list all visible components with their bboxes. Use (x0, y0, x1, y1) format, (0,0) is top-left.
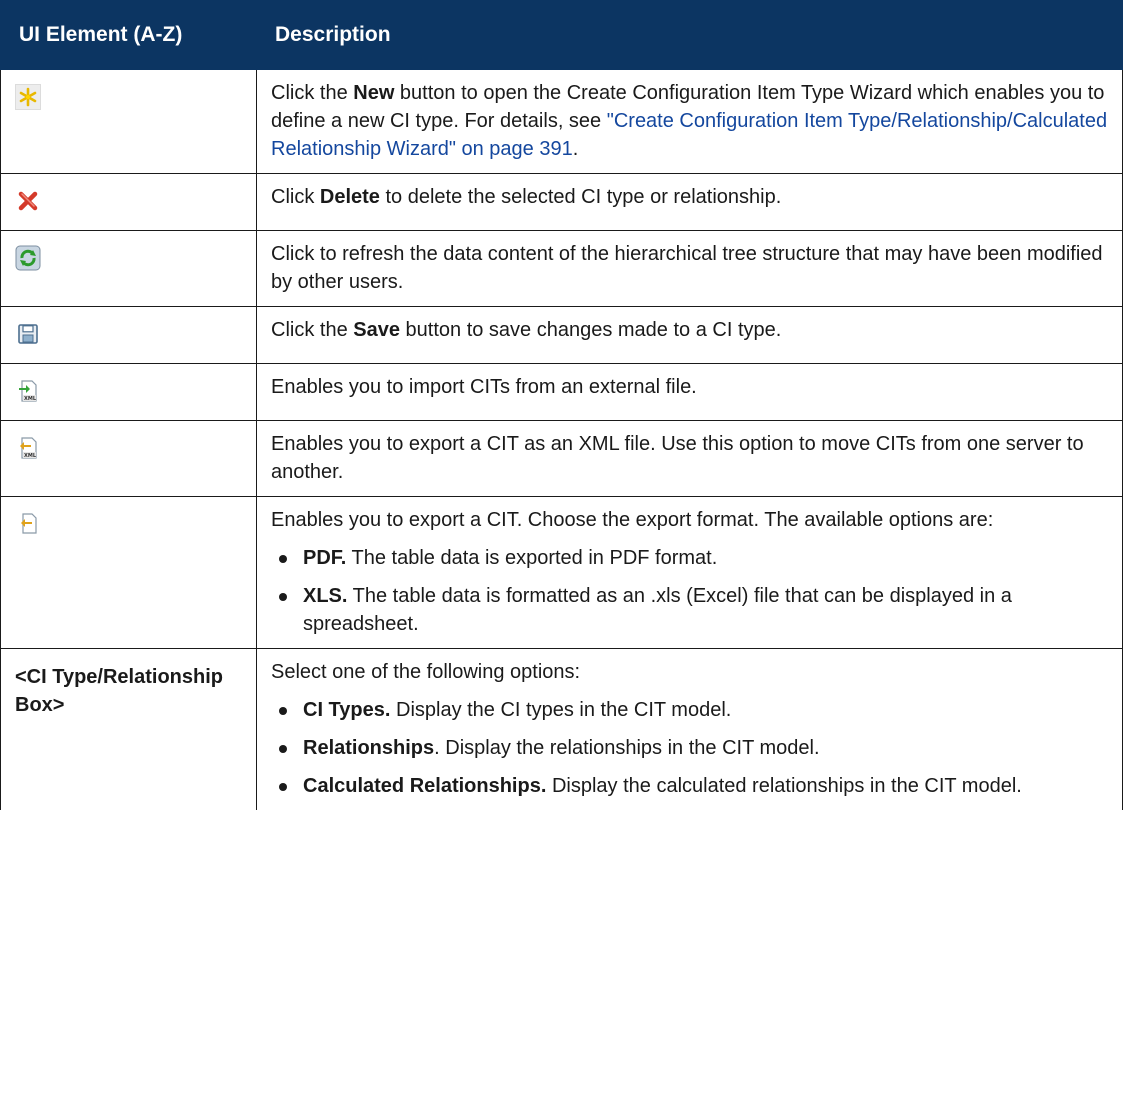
column-header-ui-element: UI Element (A-Z) (0, 0, 257, 70)
table-row-import: XML Enables you to import CITs from an e… (0, 363, 1123, 421)
icon-cell: XML (0, 363, 257, 421)
icon-cell (0, 496, 257, 649)
export-xml-icon: XML (20, 437, 37, 459)
import-xml-icon: XML (19, 380, 37, 402)
description-cell: Enables you to import CITs from an exter… (256, 363, 1123, 421)
table-row-delete: Click Delete to delete the selected CI t… (0, 173, 1123, 231)
save-term: Save (353, 319, 400, 341)
new-description: Click the New button to open the Create … (271, 79, 1108, 163)
text: Click (271, 186, 320, 208)
table-row-export: Enables you to export a CIT. Choose the … (0, 496, 1123, 649)
export-description: Enables you to export a CIT. Choose the … (271, 509, 994, 531)
text: to delete the selected CI type or relati… (379, 186, 782, 208)
description-cell: Click the Save button to save changes ma… (256, 306, 1123, 364)
list-term: XLS. (303, 585, 348, 607)
ui-element-table: UI Element (A-Z) Description Click the N… (0, 0, 1123, 810)
text: Click the (271, 82, 354, 104)
icon-cell: XML (0, 420, 257, 497)
new-term: New (353, 82, 395, 104)
table-row-export-xml: XML Enables you to export a CIT as an XM… (0, 420, 1123, 497)
icon-cell (0, 230, 257, 307)
refresh-description: Click to refresh the data content of the… (271, 243, 1103, 293)
column-header-description: Description (256, 0, 1123, 70)
icon-cell (0, 69, 257, 174)
list-item: Calculated Relationships. Display the ca… (271, 772, 1108, 800)
save-floppy-icon (18, 324, 38, 344)
list-term: Relationships (303, 737, 435, 759)
table-row-new: Click the New button to open the Create … (0, 69, 1123, 174)
table-row-save: Click the Save button to save changes ma… (0, 306, 1123, 364)
description-cell: Click to refresh the data content of the… (256, 230, 1123, 307)
table-row-refresh: Click to refresh the data content of the… (0, 230, 1123, 307)
list-item: PDF. The table data is exported in PDF f… (271, 544, 1108, 572)
delete-x-icon (18, 191, 38, 211)
list-item: Relationships. Display the relationships… (271, 734, 1108, 762)
list-text: Display the CI types in the CIT model. (390, 699, 732, 721)
list-text: The table data is exported in PDF format… (346, 547, 718, 569)
list-term: Calculated Relationships. (303, 775, 547, 797)
ui-element-table-container: UI Element (A-Z) Description Click the N… (0, 0, 1127, 810)
svg-text:XML: XML (24, 453, 37, 459)
icon-cell (0, 173, 257, 231)
export-format-list: PDF. The table data is exported in PDF f… (271, 544, 1108, 638)
box-description: Select one of the following options: (271, 661, 581, 683)
text: . (572, 138, 579, 160)
save-description: Click the Save button to save changes ma… (271, 316, 1108, 344)
svg-text:XML: XML (24, 396, 37, 402)
description-cell: Enables you to export a CIT. Choose the … (256, 496, 1123, 649)
export-xml-description: Enables you to export a CIT as an XML fi… (271, 433, 1084, 483)
description-cell: Select one of the following options: CI … (256, 648, 1123, 810)
export-icon (21, 513, 37, 534)
refresh-icon (15, 245, 41, 271)
description-cell: Enables you to export a CIT as an XML fi… (256, 420, 1123, 497)
list-item: XLS. The table data is formatted as an .… (271, 582, 1108, 638)
list-item: CI Types. Display the CI types in the CI… (271, 696, 1108, 724)
description-cell: Click the New button to open the Create … (256, 69, 1123, 174)
icon-cell (0, 306, 257, 364)
list-text: Display the calculated relationships in … (546, 775, 1022, 797)
list-term: CI Types. (303, 699, 391, 721)
delete-description: Click Delete to delete the selected CI t… (271, 183, 1108, 211)
delete-term: Delete (319, 186, 380, 208)
description-cell: Click Delete to delete the selected CI t… (256, 173, 1123, 231)
box-option-list: CI Types. Display the CI types in the CI… (271, 696, 1108, 800)
text: Click the (271, 319, 354, 341)
list-text: . Display the relationships in the CIT m… (434, 737, 820, 759)
text: button to save changes made to a CI type… (399, 319, 782, 341)
new-star-icon (15, 84, 41, 110)
list-text: The table data is formatted as an .xls (… (303, 585, 1012, 635)
import-description: Enables you to import CITs from an exter… (271, 376, 697, 398)
list-term: PDF. (303, 547, 347, 569)
table-header-row: UI Element (A-Z) Description (0, 0, 1123, 70)
table-row-ci-type-box: <CI Type/Relationship Box> Select one of… (0, 648, 1123, 810)
ci-type-relationship-box-label: <CI Type/Relationship Box> (0, 648, 257, 810)
